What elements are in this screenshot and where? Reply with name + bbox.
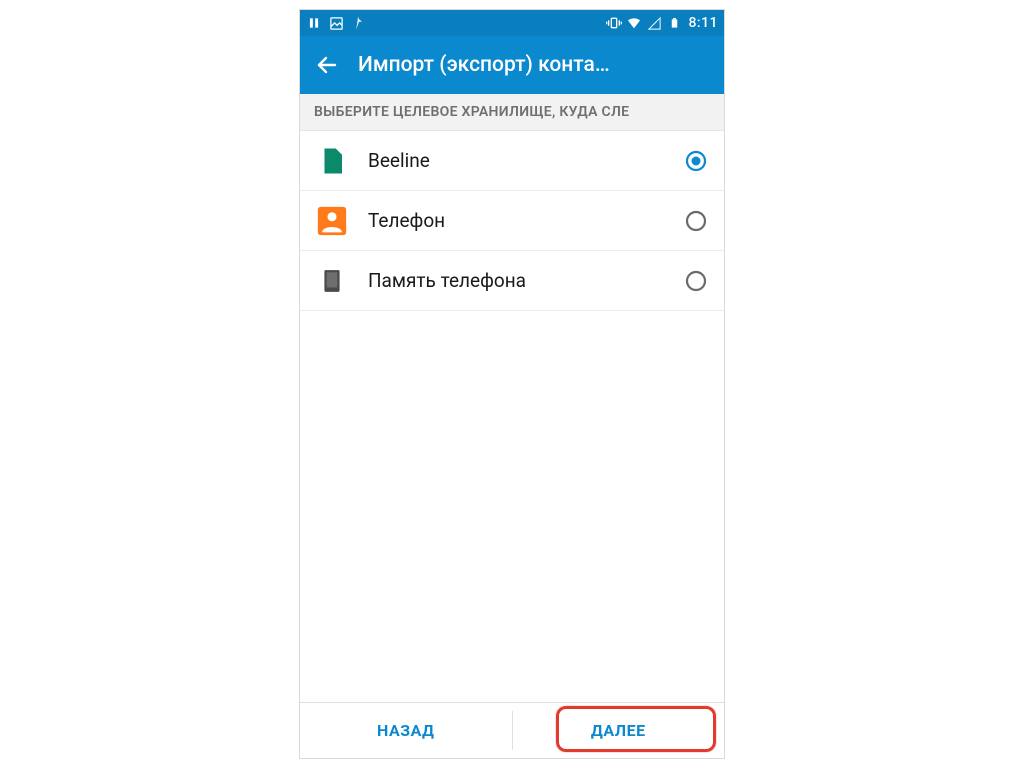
storage-option-label: Телефон xyxy=(368,209,666,232)
status-bar: 8:11 xyxy=(300,10,724,36)
back-button[interactable]: НАЗАД xyxy=(300,703,512,758)
wifi-icon xyxy=(626,15,642,31)
vibrate-icon xyxy=(606,15,622,31)
battery-icon xyxy=(666,15,682,31)
sim-icon xyxy=(314,143,350,179)
page-title: Импорт (экспорт) конта… xyxy=(358,53,724,77)
section-header: ВЫБЕРИТЕ ЦЕЛЕВОЕ ХРАНИЛИЩЕ, КУДА СЛЕ xyxy=(300,94,724,131)
app-bar: Импорт (экспорт) конта… xyxy=(300,36,724,94)
storage-option-phone[interactable]: Телефон xyxy=(300,191,724,251)
radio-unselected-icon[interactable] xyxy=(684,209,708,233)
clock-text: 8:11 xyxy=(688,15,718,31)
phone-screen: 8:11 Импорт (экспорт) конта… ВЫБЕРИТЕ ЦЕ… xyxy=(299,9,725,759)
signal-icon xyxy=(646,15,662,31)
pause-icon xyxy=(306,15,322,31)
storage-icon xyxy=(314,263,350,299)
radio-selected-icon[interactable] xyxy=(684,149,708,173)
next-button[interactable]: ДАЛЕЕ xyxy=(513,703,725,758)
check-icon xyxy=(350,15,366,31)
storage-list: Beeline Телефон Память телефона xyxy=(300,131,724,311)
storage-option-label: Память телефона xyxy=(368,269,666,292)
contact-icon xyxy=(314,203,350,239)
storage-option-phone-memory[interactable]: Память телефона xyxy=(300,251,724,311)
image-icon xyxy=(328,15,344,31)
back-arrow-icon[interactable] xyxy=(314,52,340,78)
footer-bar: НАЗАД ДАЛЕЕ xyxy=(300,702,724,758)
storage-option-label: Beeline xyxy=(368,149,666,172)
storage-option-beeline[interactable]: Beeline xyxy=(300,131,724,191)
radio-unselected-icon[interactable] xyxy=(684,269,708,293)
